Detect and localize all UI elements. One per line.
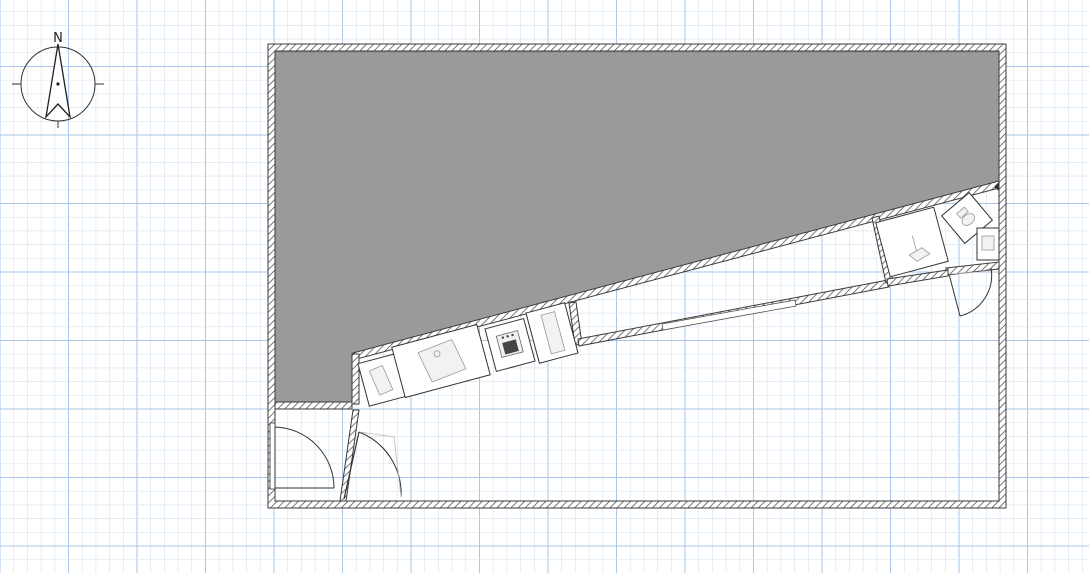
bathroom-door[interactable] <box>948 267 993 317</box>
shower-icon[interactable] <box>976 227 1000 261</box>
entrance-door[interactable] <box>269 422 335 490</box>
entrance-top-wall[interactable] <box>274 401 353 410</box>
kitchen-left-wall[interactable] <box>351 353 360 405</box>
compass[interactable]: N <box>12 31 104 128</box>
north-label: N <box>53 31 63 46</box>
floor-plan-canvas[interactable]: N <box>0 0 1089 573</box>
worktop-strip[interactable] <box>661 299 797 331</box>
